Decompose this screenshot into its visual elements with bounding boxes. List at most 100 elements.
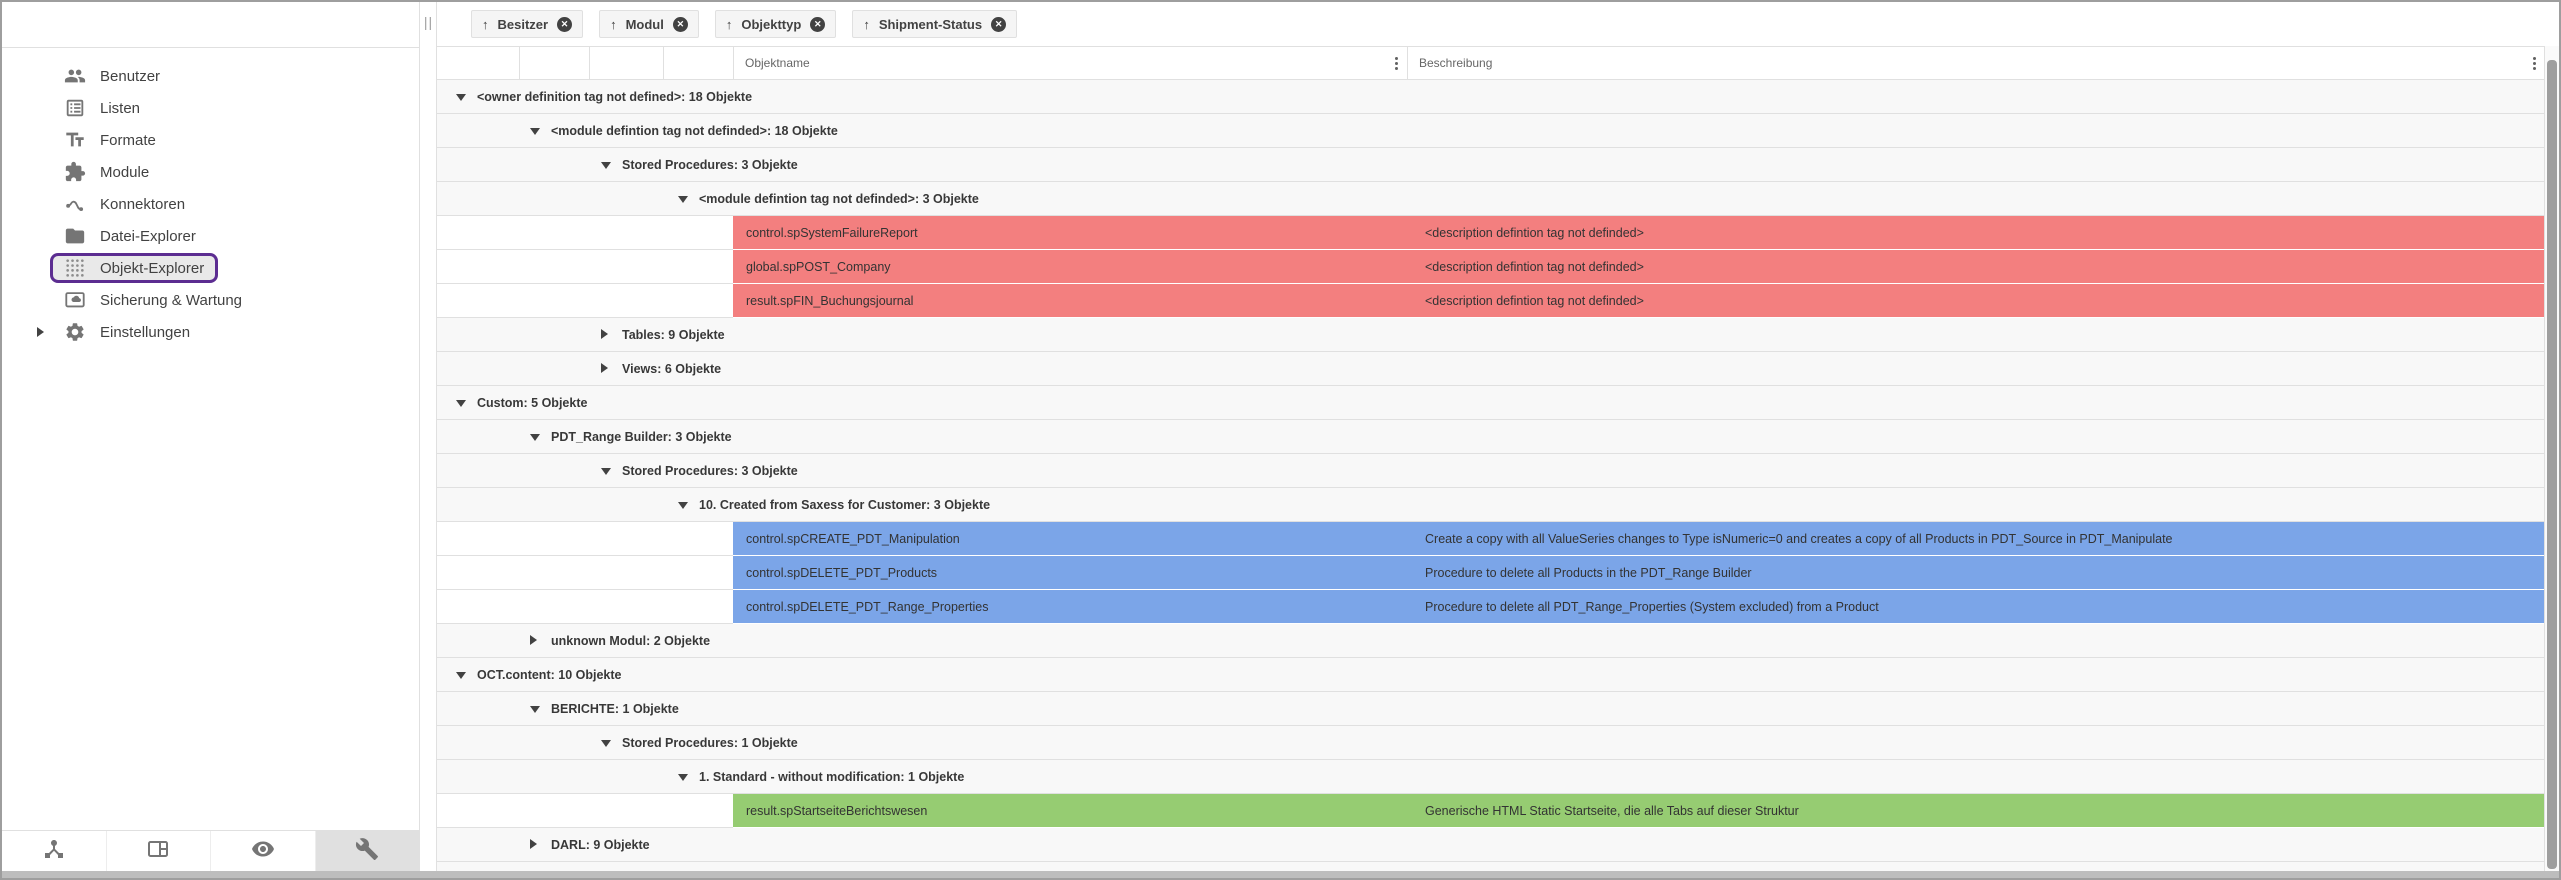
tree-group-row[interactable]: PDT_Range Builder: 3 Objekte (437, 420, 2545, 454)
collapse-arrow-icon[interactable] (601, 162, 611, 169)
wrench-view-button[interactable] (315, 831, 420, 871)
tree-object-row[interactable]: control.spCREATE_PDT_ManipulationCreate … (437, 522, 2545, 556)
splitter-handle-icon[interactable]: || (420, 14, 437, 30)
object-description: <description defintion tag not definded> (1425, 260, 1644, 274)
collapse-arrow-icon[interactable] (456, 400, 466, 407)
tree-object-row[interactable]: control.spSystemFailureReport<descriptio… (437, 216, 2545, 250)
expand-arrow-slot (2, 92, 50, 124)
sidebar-splitter[interactable]: || (419, 2, 437, 871)
object-row-bar[interactable]: control.spCREATE_PDT_ManipulationCreate … (733, 522, 2545, 555)
object-row-bar[interactable]: result.spFIN_Buchungsjournal<description… (733, 284, 2545, 317)
row-indent-spacer (437, 216, 733, 250)
expand-arrow-icon[interactable] (530, 635, 537, 645)
header-col-beschreibung: Beschreibung (1407, 47, 2545, 79)
tree-group-label: Views: 6 Objekte (622, 362, 721, 376)
sidebar-item-pill: Formate (50, 125, 170, 155)
collapse-arrow-icon[interactable] (530, 434, 540, 441)
object-row-bar[interactable]: result.spStartseiteBerichtswesenGenerisc… (733, 794, 2545, 827)
eye-view-button[interactable] (210, 831, 315, 871)
sort-ascending-icon: ↑ (482, 17, 489, 32)
tree-group-row[interactable]: OCT.content: 10 Objekte (437, 658, 2545, 692)
tree-group-row[interactable]: unknown Modul: 2 Objekte (437, 624, 2545, 658)
tree-group-row[interactable]: 1. Standard - without modification: 1 Ob… (437, 760, 2545, 794)
collapse-arrow-icon[interactable] (456, 672, 466, 679)
object-name: global.spPOST_Company (746, 260, 891, 274)
tree-object-row[interactable]: control.spDELETE_PDT_ProductsProcedure t… (437, 556, 2545, 590)
collapse-arrow-icon[interactable] (678, 502, 688, 509)
tree-group-row[interactable]: Stored Procedures: 3 Objekte (437, 148, 2545, 182)
object-row-bar[interactable]: control.spDELETE_PDT_ProductsProcedure t… (733, 556, 2545, 589)
object-description: <description defintion tag not definded> (1425, 294, 1644, 308)
sidebar-nav: BenutzerListenFormateModuleKonnektorenDa… (2, 48, 419, 348)
tree-group-row[interactable]: Stored Procedures: 3 Objekte (437, 454, 2545, 488)
expand-arrow-icon[interactable] (601, 329, 608, 339)
tree-group-row[interactable]: Tables: 9 Objekte (437, 318, 2545, 352)
collapse-arrow-icon[interactable] (530, 128, 540, 135)
filter-chip-shipment-status[interactable]: ↑Shipment-Status✕ (852, 10, 1017, 38)
tree-object-row[interactable]: result.spFIN_Buchungsjournal<description… (437, 284, 2545, 318)
sidebar-item-konnektoren[interactable]: Konnektoren (2, 188, 419, 220)
column-menu-icon[interactable] (2533, 62, 2536, 65)
tree-group-row[interactable]: <module defintion tag not definded>: 18 … (437, 114, 2545, 148)
chevron-right-icon[interactable] (37, 327, 44, 337)
tree-group-row[interactable]: 10. Created from Saxess for Customer: 3 … (437, 488, 2545, 522)
sidebar-item-benutzer[interactable]: Benutzer (2, 60, 419, 92)
connector-icon (64, 193, 86, 215)
tree-group-row[interactable]: Stored Procedures: 1 Objekte (437, 726, 2545, 760)
chip-remove-icon[interactable]: ✕ (557, 17, 572, 32)
filter-chip-modul[interactable]: ↑Modul✕ (599, 10, 699, 38)
collapse-arrow-icon[interactable] (678, 196, 688, 203)
sidebar-item-pill: Datei-Explorer (50, 221, 210, 251)
collapse-arrow-icon[interactable] (601, 468, 611, 475)
filter-chip-label: Besitzer (498, 17, 549, 32)
chip-remove-icon[interactable]: ✕ (810, 17, 825, 32)
tree-group-row[interactable]: Custom: 5 Objekte (437, 386, 2545, 420)
scrollbar-thumb[interactable] (2547, 60, 2557, 869)
sidebar-item-datei-explorer[interactable]: Datei-Explorer (2, 220, 419, 252)
chip-remove-icon[interactable]: ✕ (673, 17, 688, 32)
column-label-objektname: Objektname (745, 56, 810, 70)
sidebar-item-pill: Sicherung & Wartung (50, 285, 256, 315)
tree-object-row[interactable]: control.spDELETE_PDT_Range_PropertiesPro… (437, 590, 2545, 624)
vertical-scrollbar[interactable] (2544, 46, 2559, 871)
sidebar: BenutzerListenFormateModuleKonnektorenDa… (2, 2, 419, 871)
collapse-arrow-icon[interactable] (601, 740, 611, 747)
eye-icon (251, 837, 275, 866)
collapse-arrow-icon[interactable] (530, 706, 540, 713)
tree-group-row[interactable]: Views: 6 Objekte (437, 352, 2545, 386)
tree-group-row[interactable]: BERICHTE: 1 Objekte (437, 692, 2545, 726)
tree-group-label: <owner definition tag not defined>: 18 O… (477, 90, 752, 104)
tree-group-row[interactable]: <owner definition tag not defined>: 18 O… (437, 80, 2545, 114)
object-description: Procedure to delete all PDT_Range_Proper… (1425, 600, 1879, 614)
tree-group-row[interactable]: OCT.core: 201 Objekte (437, 862, 2545, 871)
collapse-arrow-icon[interactable] (456, 94, 466, 101)
tree-object-row[interactable]: result.spStartseiteBerichtswesenGenerisc… (437, 794, 2545, 828)
object-row-bar[interactable]: global.spPOST_Company <description defint… (733, 250, 2545, 283)
hierarchy-view-button[interactable] (2, 831, 106, 871)
row-indent-spacer (437, 250, 733, 284)
row-indent-spacer (437, 522, 733, 556)
sidebar-item-einstellungen[interactable]: Einstellungen (2, 316, 419, 348)
sidebar-item-pill: Konnektoren (50, 189, 199, 219)
text-format-icon (64, 129, 86, 151)
layout-view-button[interactable] (106, 831, 211, 871)
sidebar-item-listen[interactable]: Listen (2, 92, 419, 124)
chip-remove-icon[interactable]: ✕ (991, 17, 1006, 32)
tree-object-row[interactable]: global.spPOST_Company <description defint… (437, 250, 2545, 284)
column-menu-icon[interactable] (1395, 62, 1398, 65)
expand-arrow-slot (2, 156, 50, 188)
filter-chip-besitzer[interactable]: ↑ Besitzer ✕ (471, 10, 583, 38)
sidebar-item-formate[interactable]: Formate (2, 124, 419, 156)
sidebar-item-module[interactable]: Module (2, 156, 419, 188)
sidebar-item-sicherung-wartung[interactable]: Sicherung & Wartung (2, 284, 419, 316)
collapse-arrow-icon[interactable] (678, 774, 688, 781)
sidebar-item-objekt-explorer[interactable]: Objekt-Explorer (2, 252, 419, 284)
expand-arrow-icon[interactable] (601, 363, 608, 373)
object-row-bar[interactable]: control.spSystemFailureReport<descriptio… (733, 216, 2545, 249)
object-row-bar[interactable]: control.spDELETE_PDT_Range_PropertiesPro… (733, 590, 2545, 623)
expand-arrow-icon[interactable] (530, 839, 537, 849)
tree-group-row[interactable]: <module defintion tag not definded>: 3 O… (437, 182, 2545, 216)
filter-chip-objekttyp[interactable]: ↑Objekttyp✕ (715, 10, 836, 38)
tree-group-row[interactable]: DARL: 9 Objekte (437, 828, 2545, 862)
tree-group-label: <module defintion tag not definded>: 3 O… (699, 192, 979, 206)
